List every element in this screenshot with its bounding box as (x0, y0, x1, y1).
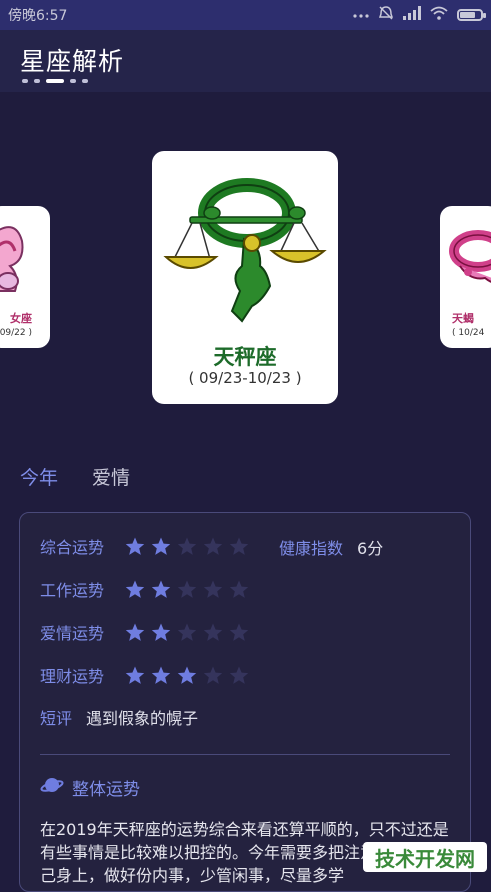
health-index: 健康指数 6分 (279, 535, 383, 559)
tab-this-year[interactable]: 今年 (20, 463, 58, 490)
wifi-icon (430, 6, 448, 24)
status-icons (353, 5, 486, 25)
signal-icon (403, 6, 421, 24)
zodiac-card-next[interactable]: 天蝎 ( 10/24 (440, 206, 491, 348)
health-value: 6分 (357, 539, 384, 558)
page-title: 星座解析 (20, 47, 125, 76)
libra-image (163, 178, 327, 323)
zodiac-carousel[interactable]: 女座 09/22 ) 天秤座 ( 09/23-10/23 ) 天蝎 (10/2… (0, 92, 491, 452)
status-time: 傍晚6:57 (8, 8, 68, 24)
overall-fortune-header: 整体运势 (40, 775, 140, 800)
star-empty-icon (229, 537, 249, 555)
zodiac-card-prev[interactable]: 女座 09/22 ) (0, 206, 50, 348)
star-rating (124, 535, 250, 557)
watermark: 技术开发网 (363, 842, 487, 872)
zodiac-date: ( 10/24 (452, 328, 485, 338)
alarm-off-icon (378, 5, 394, 25)
zodiac-card-current[interactable]: 天秤座 ( 09/23-10/23 ) (152, 151, 338, 404)
fortune-row-work: 工作运势 (40, 577, 250, 601)
indicator-dot (34, 79, 40, 83)
star-rating (124, 621, 250, 643)
tab-love[interactable]: 爱情 (92, 463, 130, 490)
battery-icon (457, 9, 486, 21)
star-empty-icon (203, 666, 223, 684)
short-comment-label: 短评 (40, 709, 73, 728)
star-filled-icon (125, 537, 145, 555)
overall-fortune-title: 整体运势 (72, 780, 140, 800)
star-filled-icon (177, 666, 197, 684)
star-empty-icon (177, 580, 197, 598)
star-filled-icon (151, 537, 171, 555)
short-comment: 短评 遇到假象的幌子 (40, 705, 198, 729)
fortune-row-love: 爱情运势 (40, 620, 250, 644)
health-label: 健康指数 (279, 539, 344, 558)
star-filled-icon (151, 666, 171, 684)
zodiac-name: 天秤座 (213, 345, 277, 369)
fortune-row-overall: 综合运势 (40, 534, 250, 558)
more-icon (353, 7, 369, 23)
star-filled-icon (151, 623, 171, 641)
indicator-dot-active (46, 79, 64, 83)
star-empty-icon (203, 537, 223, 555)
star-rating (124, 664, 250, 686)
fortune-label: 综合运势 (40, 538, 105, 557)
carousel-indicator (22, 79, 88, 83)
status-bar: 傍晚6:57 (0, 0, 491, 30)
star-empty-icon (203, 623, 223, 641)
indicator-dot (22, 79, 28, 83)
period-tabs: 今年 爱情 (20, 463, 130, 490)
star-filled-icon (151, 580, 171, 598)
scorpio-image (449, 230, 491, 283)
short-comment-value: 遇到假象的幌子 (86, 709, 199, 728)
star-filled-icon (125, 666, 145, 684)
fortune-panel: 综合运势 健康指数 6分 工作运势 爱情运势 理财运势 短评 遇到假象的幌子 整… (19, 512, 471, 892)
star-empty-icon (203, 580, 223, 598)
zodiac-name: 天蝎 (452, 312, 474, 325)
divider (40, 754, 450, 755)
star-filled-icon (125, 580, 145, 598)
indicator-dot (82, 79, 88, 83)
star-rating (124, 578, 250, 600)
fortune-label: 工作运势 (40, 581, 105, 600)
fortune-label: 爱情运势 (40, 624, 105, 643)
star-empty-icon (229, 580, 249, 598)
fortune-row-money: 理财运势 (40, 663, 250, 687)
virgo-image (0, 226, 24, 292)
star-empty-icon (229, 666, 249, 684)
star-empty-icon (177, 537, 197, 555)
planet-icon (40, 775, 64, 800)
zodiac-name: 女座 (10, 312, 32, 325)
star-empty-icon (177, 623, 197, 641)
star-filled-icon (125, 623, 145, 641)
zodiac-date: ( 09/23-10/23 ) (188, 369, 302, 387)
indicator-dot (70, 79, 76, 83)
zodiac-date: 09/22 ) (0, 328, 32, 338)
fortune-label: 理财运势 (40, 667, 105, 686)
star-empty-icon (229, 623, 249, 641)
